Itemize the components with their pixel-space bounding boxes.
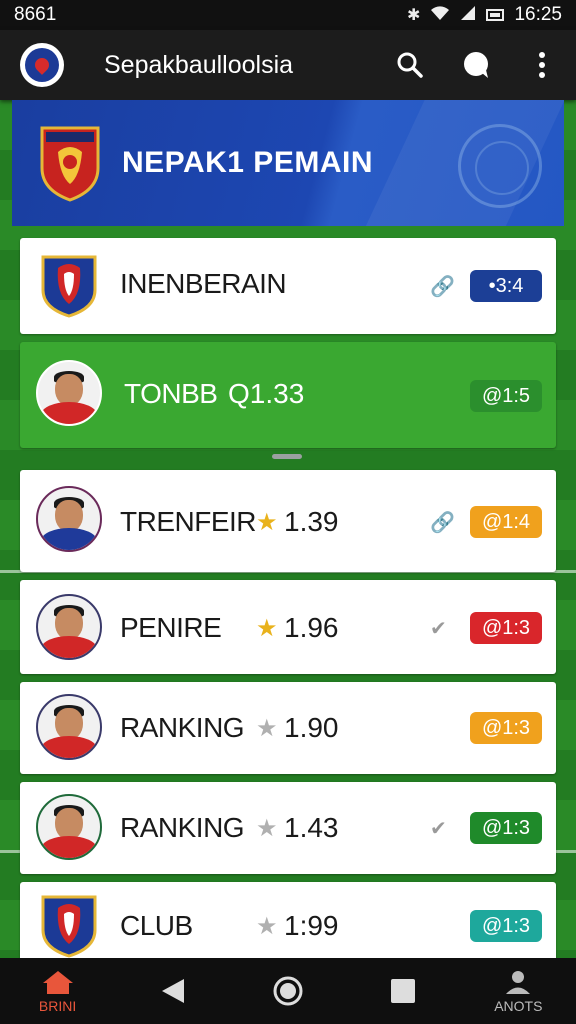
list-item[interactable]: TRENFEIR ★ 1.39 🔗 @1:4	[20, 470, 556, 572]
banner-title: NEPAK1 PEMAIN	[122, 146, 373, 179]
list-item[interactable]: INENBERAIN 🔗 •3:4	[20, 238, 556, 334]
nav-home-system[interactable]	[243, 958, 333, 1024]
row-value: 1.39	[284, 506, 339, 537]
nav-profile[interactable]: ANOTS	[473, 958, 563, 1024]
score-badge: •3:4	[470, 270, 542, 302]
battery-icon	[486, 9, 505, 21]
check-icon[interactable]: ✔	[430, 616, 447, 641]
banner-watermark-icon	[458, 124, 542, 208]
home-icon	[42, 970, 73, 994]
row-value: Q1.33	[228, 378, 305, 409]
row-value: 1:99	[284, 910, 339, 941]
star-icon: ★	[256, 615, 278, 642]
back-icon	[161, 979, 184, 1003]
check-icon[interactable]: ✔	[430, 816, 447, 841]
wifi-icon	[430, 5, 450, 26]
avatar	[36, 594, 102, 660]
app-title: Sepakbaulloolsia	[104, 50, 294, 79]
status-left-text: 8661	[14, 4, 57, 25]
more-options-button[interactable]	[524, 47, 560, 83]
row-value: 1.96	[284, 612, 339, 643]
nav-back[interactable]	[128, 958, 218, 1024]
drag-handle[interactable]	[272, 454, 302, 459]
row-name: TRENFEIR	[120, 506, 257, 537]
list-item[interactable]: CLUB ★ 1:99 @1:3	[20, 882, 556, 962]
list-item[interactable]: RANKING ★ 1.43 ✔ @1:3	[20, 782, 556, 874]
club-crest-icon	[40, 126, 100, 202]
row-value: 1.90	[284, 712, 339, 743]
score-badge: @1:3	[470, 812, 542, 844]
nav-profile-label: ANOTS	[494, 997, 543, 1014]
app-logo[interactable]	[20, 43, 64, 87]
row-name: PENIRE	[120, 612, 222, 643]
nav-home-label: BRINI	[38, 997, 77, 1014]
star-icon: ★	[256, 815, 278, 842]
bottom-navigation: BRINI ANOTS	[0, 958, 576, 1024]
avatar	[36, 794, 102, 860]
home-circle-icon	[273, 976, 303, 1006]
search-icon	[397, 52, 423, 78]
signal-icon	[460, 5, 476, 26]
row-name: TONBB	[124, 378, 218, 409]
row-name: INENBERAIN	[120, 268, 287, 299]
status-time: 16:25	[514, 4, 562, 25]
star-icon: ★	[256, 913, 278, 940]
person-icon	[506, 970, 531, 994]
nav-home[interactable]: BRINI	[13, 958, 103, 1024]
score-badge: @1:5	[470, 380, 542, 412]
star-icon: ★	[256, 715, 278, 742]
score-badge: @1:3	[470, 910, 542, 942]
row-value: 1.43	[284, 812, 339, 843]
row-name: RANKING	[120, 812, 245, 843]
club-crest-icon	[41, 895, 97, 958]
nav-recents[interactable]	[358, 958, 448, 1024]
chat-icon	[464, 52, 488, 78]
list-item-selected[interactable]: TONBB Q1.33 @1:5	[20, 342, 556, 448]
search-button[interactable]	[392, 47, 428, 83]
chat-button[interactable]	[458, 47, 494, 83]
link-icon[interactable]: 🔗	[430, 274, 455, 299]
list-item[interactable]: RANKING ★ 1.90 @1:3	[20, 682, 556, 774]
star-icon: ★	[256, 509, 278, 536]
score-badge: @1:3	[470, 612, 542, 644]
avatar	[36, 694, 102, 760]
avatar	[36, 486, 102, 552]
bluetooth-icon: ✱	[407, 7, 421, 24]
header-banner[interactable]: NEPAK1 PEMAIN	[12, 100, 564, 226]
club-crest-icon	[41, 255, 97, 318]
recents-icon	[391, 979, 416, 1003]
score-badge: @1:4	[470, 506, 542, 538]
score-badge: @1:3	[470, 712, 542, 744]
row-name: CLUB	[120, 910, 193, 941]
app-bar: Sepakbaulloolsia	[0, 30, 576, 100]
row-name: RANKING	[120, 712, 245, 743]
more-vert-icon	[539, 52, 545, 78]
link-icon[interactable]: 🔗	[430, 510, 455, 535]
avatar	[36, 360, 102, 426]
status-bar: 8661 ✱ 16:25	[0, 0, 576, 30]
list-item[interactable]: PENIRE ★ 1.96 ✔ @1:3	[20, 580, 556, 674]
